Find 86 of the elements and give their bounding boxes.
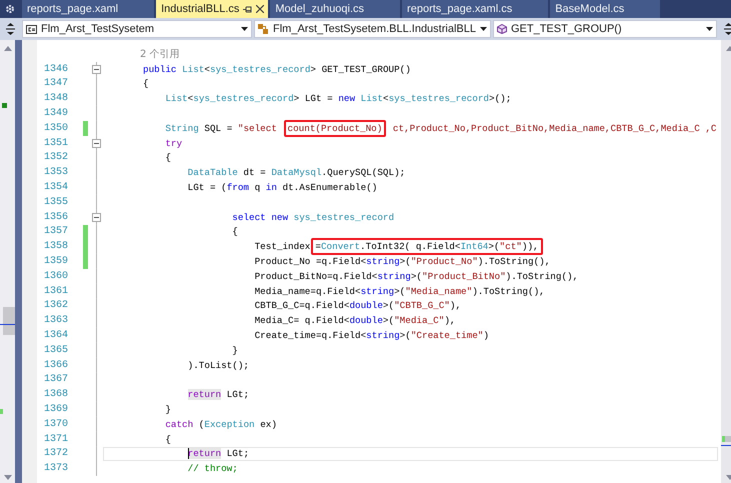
line-number: 1363 xyxy=(42,315,68,326)
member-dropdown[interactable]: GET_TEST_GROUP() xyxy=(492,20,717,38)
scroll-up-icon[interactable] xyxy=(4,46,12,51)
line-number: 1354 xyxy=(42,182,68,194)
file-tab[interactable]: Model_zuhuoqi.cs xyxy=(270,0,400,18)
code-line: Media_name=q.Field<string>("Media_name").ToString(), xyxy=(254,286,545,297)
line-number: 1373 xyxy=(42,463,68,474)
pin-icon[interactable] xyxy=(243,4,252,14)
project-dropdown[interactable]: Flm_Arst_TestSysetem xyxy=(22,20,252,38)
scroll-thumb[interactable] xyxy=(3,325,15,335)
line-number: 1358 xyxy=(42,241,68,252)
line-number: 1357 xyxy=(42,226,68,238)
code-line: } xyxy=(231,344,238,356)
code-line: Create_time=q.Field<string>("Create_time") xyxy=(254,330,489,342)
cube-icon xyxy=(496,24,507,34)
dropdown-caret-icon xyxy=(480,27,487,31)
line-number: 1356 xyxy=(42,212,68,223)
file-tab[interactable]: IndustrialBLL.cs xyxy=(156,0,268,18)
code-line: String SQL = "select xyxy=(164,122,278,134)
line-number: 1362 xyxy=(42,300,68,312)
line-number: 1355 xyxy=(42,196,68,208)
highlighted-code: =Convert.ToInt32( q.Field<Int64>("ct")), xyxy=(311,238,543,256)
dropdown-caret-icon xyxy=(241,27,248,31)
line-number: 1360 xyxy=(42,270,68,282)
collapse-button[interactable] xyxy=(92,64,101,74)
code-line: return LGt; xyxy=(186,389,250,400)
line-number: 1347 xyxy=(42,78,68,90)
code-line: { xyxy=(164,152,171,164)
line-number: 1350 xyxy=(42,122,68,134)
line-number: 1370 xyxy=(42,418,68,430)
code-line: { xyxy=(231,226,238,238)
change-marker xyxy=(0,409,3,414)
collapse-button[interactable] xyxy=(92,138,101,148)
change-marker xyxy=(2,103,7,108)
split-view-icon[interactable] xyxy=(724,23,731,35)
csharp-project-icon xyxy=(26,24,37,34)
code-line: catch (Exception ex) xyxy=(164,418,277,430)
caret-position-marker xyxy=(0,324,15,325)
code-line: // throw; xyxy=(186,463,238,474)
line-number: 1349 xyxy=(42,108,68,120)
line-number: 1367 xyxy=(42,374,68,386)
code-line: { xyxy=(143,78,149,90)
line-number: 1348 xyxy=(42,93,68,104)
code-line: Test_index xyxy=(254,241,310,252)
reference-count-link[interactable]: 2 个引用 xyxy=(140,47,180,62)
line-number: 1365 xyxy=(42,344,68,356)
scroll-down-icon[interactable] xyxy=(4,475,12,480)
line-number: 1346 xyxy=(42,64,68,75)
dropdown-caret-icon xyxy=(706,27,713,31)
class-dropdown[interactable]: Flm_Arst_TestSysetem.BLL.IndustrialBLL xyxy=(254,20,491,38)
split-view-icon[interactable] xyxy=(6,23,14,35)
line-number: 1368 xyxy=(42,389,68,400)
code-line: } xyxy=(164,404,171,416)
line-number: 1372 xyxy=(42,448,68,460)
line-number: 1352 xyxy=(42,152,68,164)
code-line: Product_BitNo=q.Field<string>("Product_BitNo").ToString(), xyxy=(254,270,578,282)
file-tab[interactable]: reports_page.xaml.cs xyxy=(402,0,548,18)
line-number: 1361 xyxy=(42,286,68,297)
code-line: DataTable dt = DataMysql.QuerySQL(SQL); xyxy=(186,167,406,178)
highlighted-code: count(Product_No) xyxy=(284,120,386,137)
line-number: 1364 xyxy=(42,330,68,342)
line-number: 1359 xyxy=(42,256,68,268)
code-line: public List<sys_testres_record> GET_TEST_GROUP() xyxy=(143,64,411,75)
code-line: { xyxy=(164,434,171,445)
code-line: select new sys_testres_record xyxy=(231,212,394,223)
line-number: 1351 xyxy=(42,138,68,149)
code-line: Product_No =q.Field<string>("Product_No").ToString(), xyxy=(254,256,550,268)
class-icon xyxy=(258,24,269,34)
collapse-button[interactable] xyxy=(92,212,101,222)
settings-icon[interactable] xyxy=(5,4,15,14)
file-tab[interactable]: reports_page.xaml xyxy=(22,0,154,18)
file-tab[interactable]: BaseModel.cs xyxy=(550,0,660,18)
scroll-thumb[interactable] xyxy=(3,307,15,324)
code-line: CBTB_G_C=q.Field<double>("CBTB_G_C"), xyxy=(254,300,462,312)
line-number: 1353 xyxy=(42,167,68,178)
code-line: ).ToList(); xyxy=(186,360,250,371)
code-line: ct,Product_No,Product_BitNo,Media_name,CBTB_G_C,Media_C ,C xyxy=(392,122,717,134)
close-icon[interactable] xyxy=(256,5,264,13)
code-line: Media_C= q.Field<double>("Media_C"), xyxy=(254,315,456,326)
code-line: LGt = (from q in dt.AsEnumerable() xyxy=(186,182,378,194)
overview-scrollbar[interactable] xyxy=(0,40,15,483)
line-number: 1371 xyxy=(42,434,68,445)
code-line: List<sys_testres_record> LGt = new List<sys_testres_record>(); xyxy=(164,93,512,104)
line-number: 1369 xyxy=(42,404,68,416)
code-line: try xyxy=(164,138,182,149)
line-number: 1366 xyxy=(42,360,68,371)
